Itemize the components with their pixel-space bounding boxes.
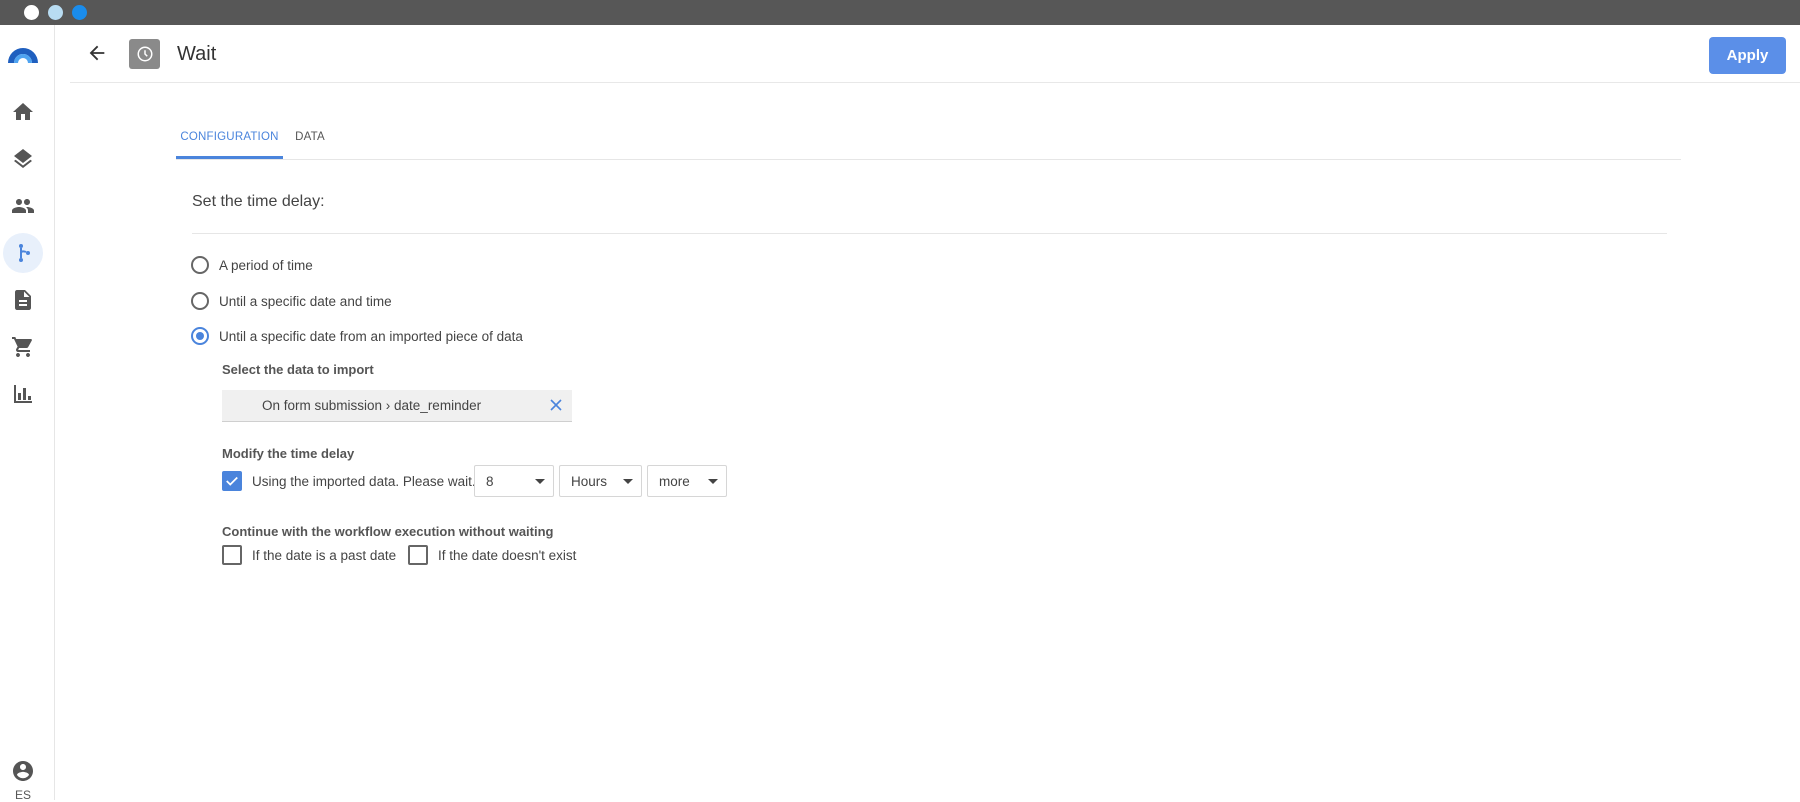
window-dot-white[interactable] bbox=[24, 5, 39, 20]
document-icon bbox=[15, 290, 31, 310]
radio-imported-date[interactable]: Until a specific date from an imported p… bbox=[191, 324, 523, 348]
check-icon bbox=[226, 476, 238, 486]
bar-chart-icon bbox=[14, 385, 32, 403]
delay-direction-select[interactable]: more bbox=[647, 465, 727, 497]
past-date-checkbox[interactable] bbox=[222, 545, 242, 565]
delay-unit-value: Hours bbox=[571, 474, 608, 489]
delay-unit-select[interactable]: Hours bbox=[559, 465, 642, 497]
delay-amount-value: 8 bbox=[486, 474, 494, 489]
sidebar: ES bbox=[0, 25, 55, 802]
use-imported-data-checkbox[interactable] bbox=[222, 471, 242, 491]
sidebar-item-shop[interactable] bbox=[3, 327, 43, 367]
workflow-icon bbox=[19, 244, 30, 262]
use-imported-data-option[interactable]: Using the imported data. Please wait. bbox=[222, 471, 476, 491]
tab-configuration[interactable]: CONFIGURATION bbox=[176, 117, 283, 159]
arrow-back-icon bbox=[89, 45, 105, 61]
missing-date-label: If the date doesn't exist bbox=[438, 547, 577, 563]
continue-execution-label: Continue with the workflow execution wit… bbox=[222, 524, 554, 539]
cart-icon bbox=[12, 337, 32, 357]
clock-icon bbox=[137, 46, 152, 62]
sidebar-item-reports[interactable] bbox=[3, 374, 43, 414]
layers-icon bbox=[14, 149, 32, 168]
delay-direction-value: more bbox=[659, 474, 690, 489]
radio-specific-date-time[interactable]: Until a specific date and time bbox=[191, 289, 392, 313]
dropdown-arrow-icon bbox=[623, 479, 633, 484]
clear-icon[interactable] bbox=[548, 397, 564, 413]
radio-label: A period of time bbox=[219, 257, 313, 273]
radio-button[interactable] bbox=[191, 292, 209, 310]
window-titlebar bbox=[0, 0, 1800, 25]
tab-data[interactable]: DATA bbox=[284, 117, 336, 159]
radio-label: Until a specific date from an imported p… bbox=[219, 328, 523, 344]
account-circle-icon bbox=[13, 761, 33, 781]
import-data-label: Select the data to import bbox=[222, 362, 374, 377]
import-data-value: On form submission › date_reminder bbox=[262, 398, 482, 413]
radio-label: Until a specific date and time bbox=[219, 293, 392, 309]
missing-date-checkbox[interactable] bbox=[408, 545, 428, 565]
window-dot-lightblue[interactable] bbox=[48, 5, 63, 20]
dropdown-arrow-icon bbox=[535, 479, 545, 484]
wait-step-badge bbox=[129, 39, 160, 69]
use-imported-data-label: Using the imported data. Please wait. bbox=[252, 473, 476, 489]
window-dot-blue[interactable] bbox=[72, 5, 87, 20]
home-icon bbox=[13, 103, 33, 120]
past-date-label: If the date is a past date bbox=[252, 547, 397, 563]
sidebar-item-contacts[interactable] bbox=[3, 186, 43, 226]
apply-button[interactable]: Apply bbox=[1709, 37, 1786, 74]
sidebar-item-documents[interactable] bbox=[3, 280, 43, 320]
sidebar-item-home[interactable] bbox=[3, 92, 43, 132]
sidebar-item-workflows[interactable] bbox=[3, 233, 43, 273]
radio-button-selected[interactable] bbox=[191, 327, 209, 345]
delay-amount-select[interactable]: 8 bbox=[474, 465, 554, 497]
page-header: Wait Apply bbox=[70, 25, 1800, 83]
divider bbox=[192, 233, 1667, 234]
radio-button[interactable] bbox=[191, 256, 209, 274]
tab-bar: CONFIGURATION DATA bbox=[176, 117, 1681, 160]
missing-date-option[interactable]: If the date doesn't exist bbox=[408, 545, 576, 565]
radio-period-of-time[interactable]: A period of time bbox=[191, 253, 313, 277]
dropdown-arrow-icon bbox=[708, 479, 718, 484]
user-menu[interactable]: ES bbox=[8, 759, 38, 802]
past-date-option[interactable]: If the date is a past date bbox=[222, 545, 396, 565]
sidebar-item-layers[interactable] bbox=[3, 139, 43, 179]
people-icon bbox=[12, 199, 34, 213]
modify-delay-label: Modify the time delay bbox=[222, 446, 355, 461]
app-logo-icon[interactable] bbox=[6, 43, 40, 67]
section-title: Set the time delay: bbox=[192, 193, 325, 210]
page-title: Wait bbox=[177, 43, 217, 65]
back-button[interactable] bbox=[84, 40, 110, 66]
import-data-field[interactable]: On form submission › date_reminder bbox=[222, 390, 572, 422]
